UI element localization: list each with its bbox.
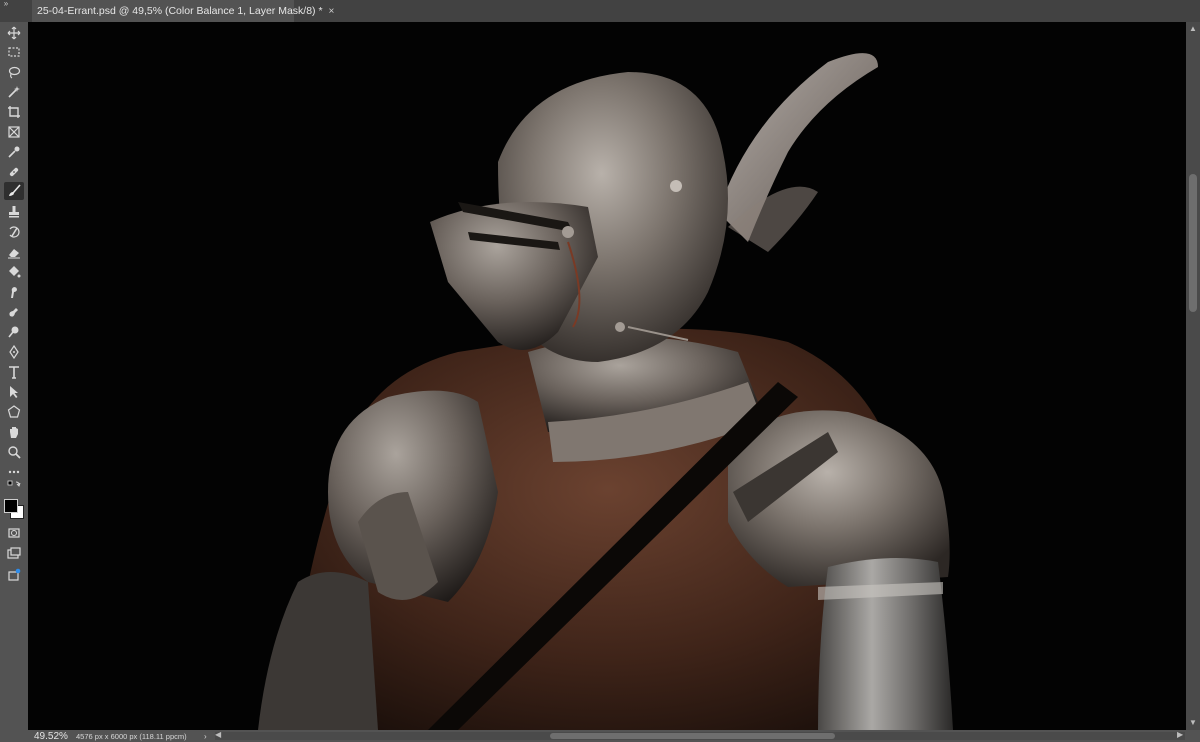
history-brush-tool-icon[interactable] xyxy=(4,223,24,241)
swap-colors-icon[interactable] xyxy=(4,480,24,494)
zoom-tool-icon[interactable] xyxy=(4,443,24,461)
status-menu-arrow-icon[interactable]: › xyxy=(204,732,207,741)
share-icon[interactable] xyxy=(4,566,24,584)
horizontal-scroll-thumb[interactable] xyxy=(550,733,835,739)
color-swatches[interactable] xyxy=(2,498,26,520)
pen-tool-icon[interactable] xyxy=(4,343,24,361)
document-tab-title: 25-04-Errant.psd @ 49,5% (Color Balance … xyxy=(37,5,323,17)
path-selection-tool-icon[interactable] xyxy=(4,383,24,401)
scroll-up-icon[interactable]: ▲ xyxy=(1189,24,1197,33)
close-tab-icon[interactable]: × xyxy=(329,6,335,17)
vertical-scrollbar[interactable]: ▲ ▼ xyxy=(1186,22,1200,730)
horizontal-scrollbar[interactable]: ◀ ▶ xyxy=(215,730,1185,740)
move-tool-icon[interactable] xyxy=(4,24,24,42)
healing-brush-tool-icon[interactable] xyxy=(4,163,24,181)
brush-tool-icon[interactable] xyxy=(4,182,24,200)
knight-artwork xyxy=(28,22,1186,730)
scroll-down-icon[interactable]: ▼ xyxy=(1189,718,1197,727)
burn-tool-icon[interactable] xyxy=(4,303,24,321)
document-canvas[interactable] xyxy=(28,22,1186,730)
type-tool-icon[interactable] xyxy=(4,363,24,381)
scroll-right-icon[interactable]: ▶ xyxy=(1177,730,1183,739)
more-tools-icon[interactable] xyxy=(4,463,24,481)
document-tab[interactable]: 25-04-Errant.psd @ 49,5% (Color Balance … xyxy=(32,0,334,22)
vertical-scroll-thumb[interactable] xyxy=(1189,174,1197,312)
scroll-left-icon[interactable]: ◀ xyxy=(215,730,221,739)
dodge-tool-icon[interactable] xyxy=(4,323,24,341)
collapse-panels-icon[interactable]: » xyxy=(0,0,12,10)
status-bar: 49.52% 4576 px x 6000 px (118.11 ppcm) ›… xyxy=(0,730,1200,742)
document-tab-bar: » 25-04-Errant.psd @ 49,5% (Color Balanc… xyxy=(0,0,1200,22)
document-size: 4576 px x 6000 px (118.11 ppcm) xyxy=(76,731,187,741)
magic-wand-tool-icon[interactable] xyxy=(4,83,24,101)
foreground-color-swatch[interactable] xyxy=(4,499,18,513)
eraser-tool-icon[interactable] xyxy=(4,243,24,261)
lasso-tool-icon[interactable] xyxy=(4,63,24,81)
hand-tool-icon[interactable] xyxy=(4,423,24,441)
crop-tool-icon[interactable] xyxy=(4,103,24,121)
eyedropper-tool-icon[interactable] xyxy=(4,143,24,161)
tools-panel xyxy=(0,22,28,730)
quick-mask-icon[interactable] xyxy=(4,524,24,542)
zoom-level[interactable]: 49.52% xyxy=(0,731,76,742)
clone-stamp-tool-icon[interactable] xyxy=(4,203,24,221)
screen-mode-icon[interactable] xyxy=(4,544,24,562)
paint-bucket-tool-icon[interactable] xyxy=(4,263,24,281)
frame-tool-icon[interactable] xyxy=(4,123,24,141)
shape-tool-icon[interactable] xyxy=(4,403,24,421)
marquee-tool-icon[interactable] xyxy=(4,43,24,61)
smudge-tool-icon[interactable] xyxy=(4,283,24,301)
